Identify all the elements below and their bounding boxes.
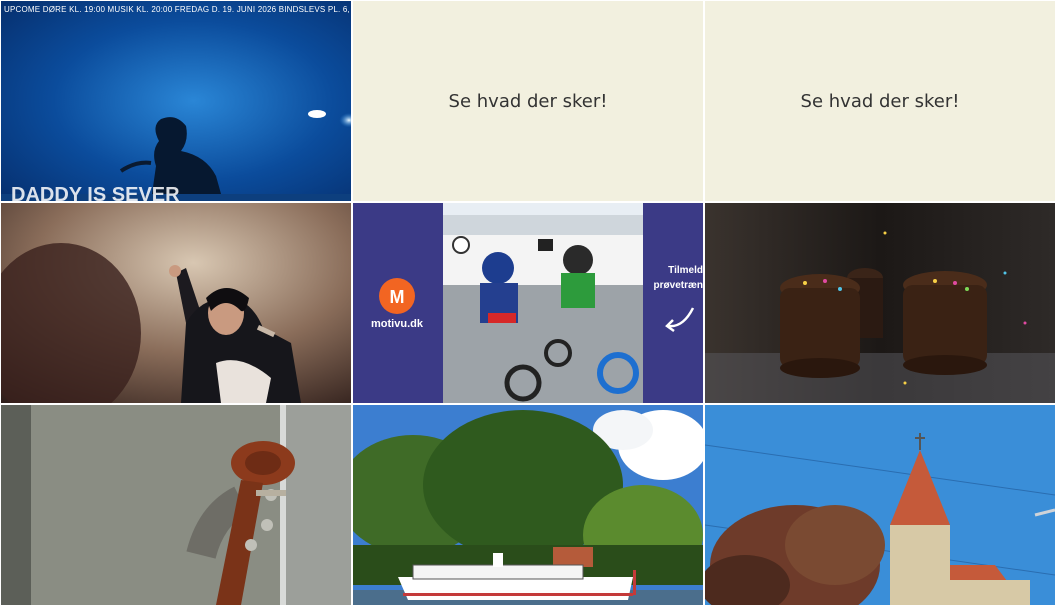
double-bass-tile[interactable]: [1, 405, 351, 605]
church-tile[interactable]: [705, 405, 1055, 605]
event-grid: DADDY IS SEVER UPCOME DØRE KL. 19:00 MUS…: [0, 0, 1056, 606]
boat-lake-photo: [353, 405, 703, 605]
placeholder-text: Se hvad der sker!: [448, 90, 608, 112]
chocolate-cakes-tile[interactable]: [705, 203, 1055, 403]
placeholder-tile-1[interactable]: Se hvad der sker!: [353, 1, 703, 201]
double-bass-photo: [1, 405, 351, 605]
church-photo: [705, 405, 1055, 605]
placeholder-tile-2[interactable]: Se hvad der sker!: [705, 1, 1055, 201]
motivu-signup-line: prøvetræn: [653, 280, 703, 291]
svg-text:DADDY IS SEVER: DADDY IS SEVER: [11, 184, 180, 201]
boat-lake-tile[interactable]: [353, 405, 703, 605]
singer-tile[interactable]: [1, 203, 351, 403]
placeholder-text: Se hvad der sker!: [800, 90, 960, 112]
concert-photo: DADDY IS SEVER: [1, 1, 351, 201]
singer-photo: [1, 203, 351, 403]
chocolate-cakes-photo: [705, 203, 1055, 403]
svg-text:M: M: [390, 287, 405, 307]
motivu-brand-text: motivu.dk: [371, 318, 423, 330]
motivu-signup-text: Tilmeld prøvetræn: [653, 263, 703, 293]
concert-banner-text: UPCOME DØRE KL. 19:00 MUSIK KL. 20:00 FR…: [4, 5, 349, 14]
motivu-ad-image: M: [353, 203, 703, 403]
concert-poster-tile[interactable]: DADDY IS SEVER UPCOME DØRE KL. 19:00 MUS…: [1, 1, 351, 201]
motivu-signup-line: Tilmeld: [668, 265, 703, 276]
motivu-ad-tile[interactable]: M motivu.dk Tilmeld prøvetræn: [353, 203, 703, 403]
